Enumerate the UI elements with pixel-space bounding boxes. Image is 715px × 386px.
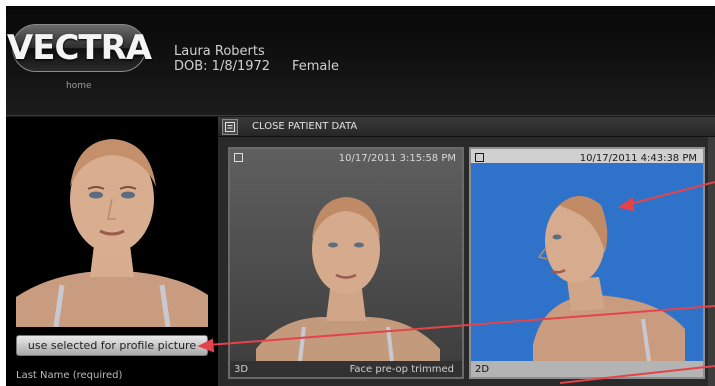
header-bar: VECTRA home Laura Roberts DOB: 1/8/1972 … — [6, 6, 715, 116]
vectra-logo[interactable]: VECTRA — [7, 24, 152, 72]
image-gallery: 10/17/2011 3:15:58 PM 3D Face pre-op tri… — [218, 137, 715, 386]
profile-picture — [16, 127, 208, 327]
use-for-profile-picture-button[interactable]: use selected for profile picture — [16, 335, 208, 356]
image-thumbnail-2d[interactable]: 10/17/2011 4:43:38 PM 2D — [469, 147, 705, 379]
logo-text: VECTRA — [6, 28, 152, 68]
left-panel: use selected for profile picture Last Na… — [6, 117, 218, 386]
vectra-app-window: VECTRA home Laura Roberts DOB: 1/8/1972 … — [6, 6, 715, 386]
close-panel-icon[interactable] — [222, 119, 238, 135]
image-thumbnail-3d[interactable]: 10/17/2011 3:15:58 PM 3D Face pre-op tri… — [228, 147, 464, 379]
home-label[interactable]: home — [66, 81, 92, 91]
thumbnail-type: 2D — [475, 364, 490, 375]
thumbnail-caption: Face pre-op trimmed — [349, 364, 454, 375]
thumbnail-timestamp: 10/17/2011 3:15:58 PM — [338, 153, 456, 164]
last-name-label: Last Name (required) — [16, 370, 123, 381]
thumbnail-footer — [471, 361, 703, 377]
thumbnail-type: 3D — [234, 364, 249, 375]
square-check-icon[interactable] — [475, 153, 484, 162]
gallery-scrollbar[interactable] — [708, 137, 715, 386]
patient-name: Laura Roberts — [174, 44, 265, 59]
close-patient-data-label[interactable]: CLOSE PATIENT DATA — [252, 121, 357, 132]
patient-sex: Female — [292, 59, 340, 74]
close-patient-data-bar[interactable]: CLOSE PATIENT DATA — [218, 117, 715, 137]
square-check-icon[interactable] — [234, 153, 243, 162]
thumbnail-timestamp: 10/17/2011 4:43:38 PM — [579, 153, 697, 164]
patient-dob: DOB: 1/8/1972 — [174, 59, 271, 74]
